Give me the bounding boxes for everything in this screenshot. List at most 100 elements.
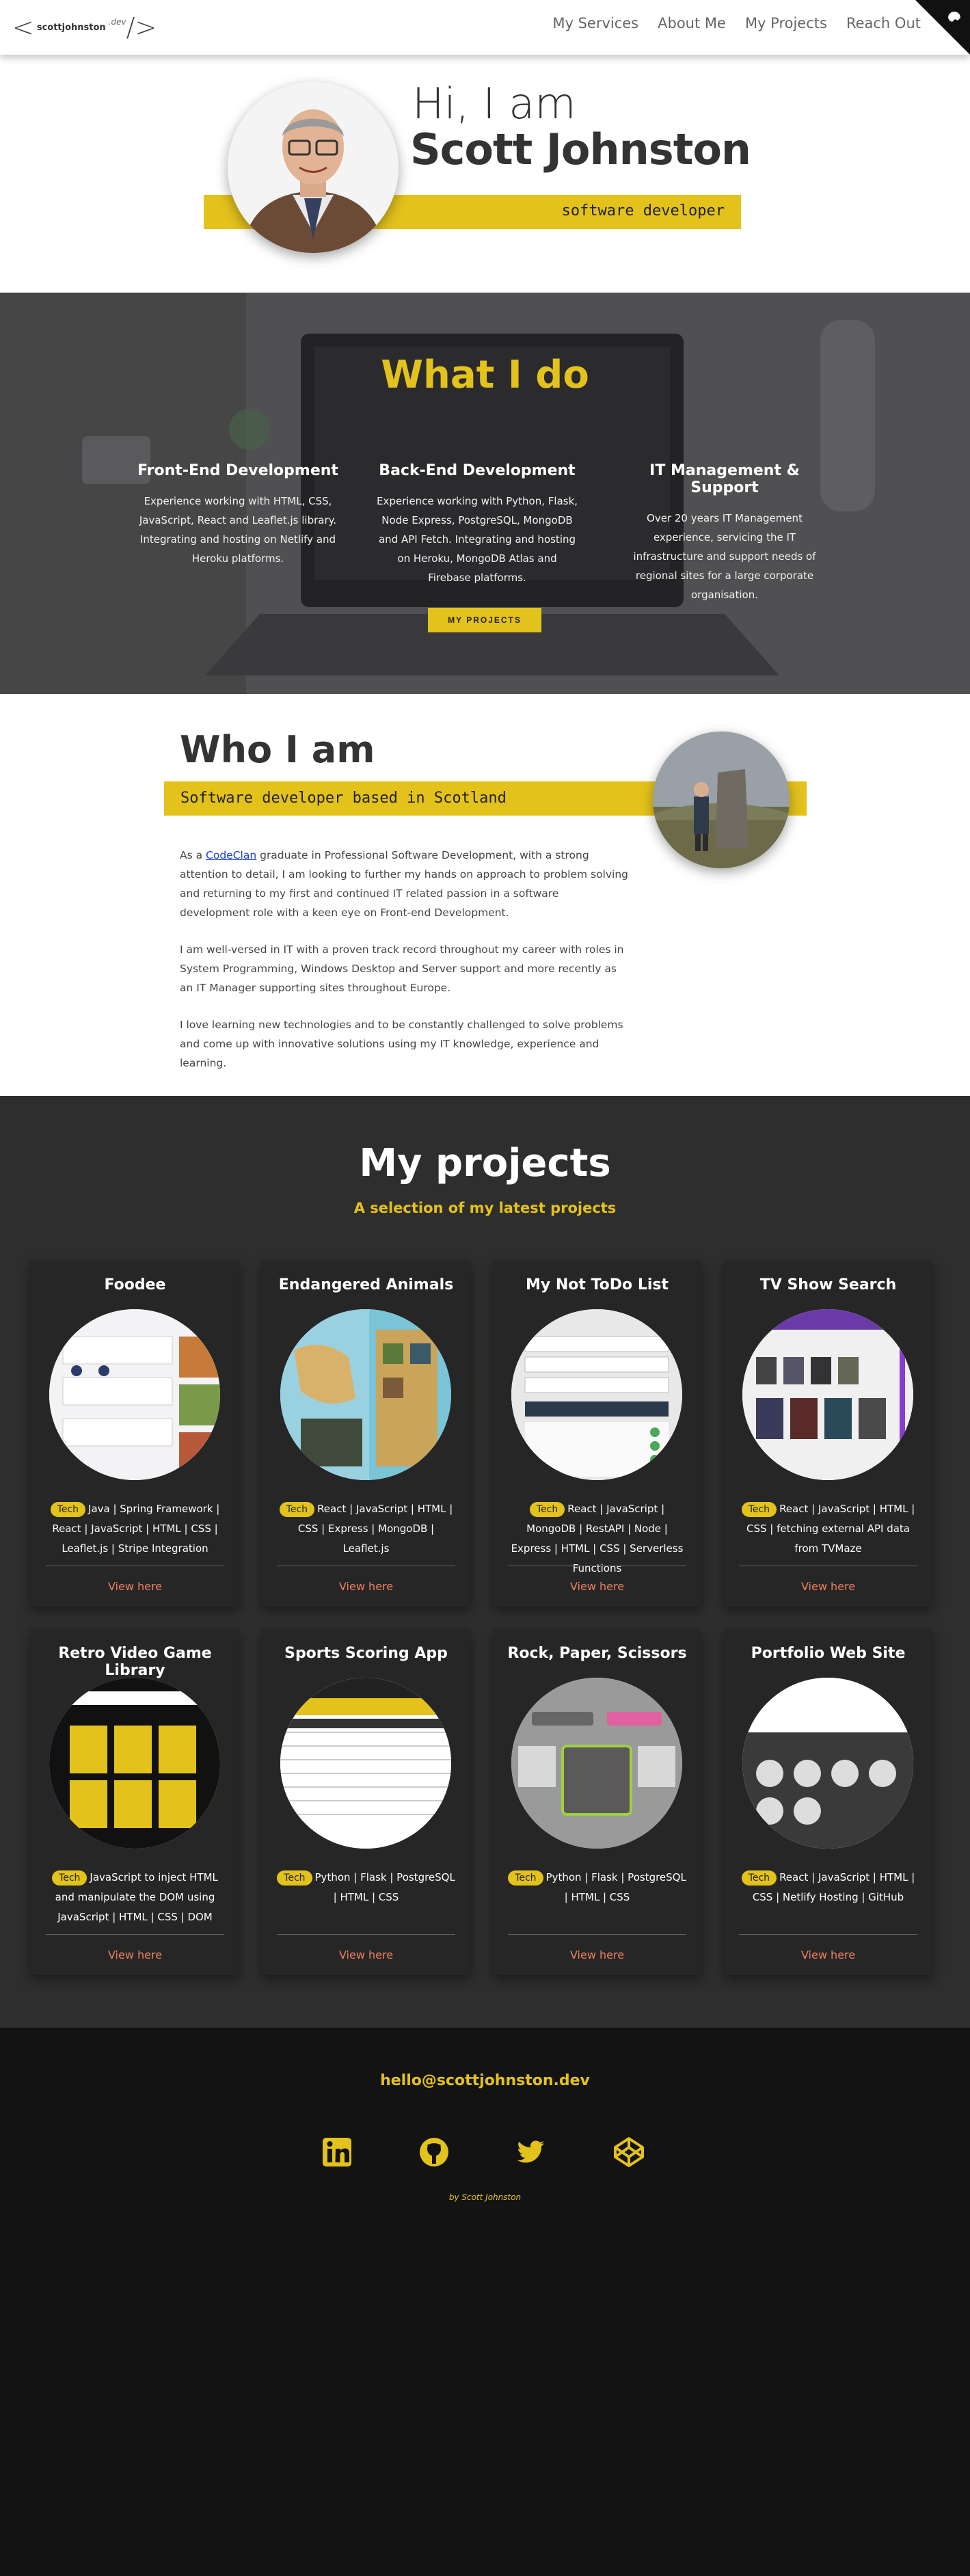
octocat-icon: [948, 12, 960, 22]
nav-link-contact[interactable]: Reach Out: [846, 15, 921, 31]
tech-tag: Tech: [50, 1502, 86, 1517]
tech-tag: Tech: [741, 1870, 777, 1886]
view-project-link[interactable]: View here: [31, 1580, 239, 1593]
project-card: Endangered Animals Tech React | JavaScrip…: [262, 1261, 470, 1607]
logo-text: scottjohnston: [36, 22, 106, 33]
project-title: Endangered Animals: [278, 1276, 454, 1293]
project-card: Rock, Paper, Scissors Tech Python | Flask…: [493, 1630, 701, 1975]
projects-section: My projects A selection of my latest pro…: [0, 1096, 970, 2028]
services-title: What I do: [381, 353, 589, 397]
service-text: Experience working with HTML, CSS, JavaS…: [139, 495, 337, 565]
project-thumbnail[interactable]: [511, 1309, 682, 1480]
project-card: Foodee Tech Java | Spring Framework | Rea…: [31, 1261, 239, 1607]
card-divider: [739, 1934, 917, 1935]
logo-suffix: .dev: [108, 17, 126, 27]
nav-link-about[interactable]: About Me: [658, 15, 726, 31]
service-text: Over 20 years IT Management experience, …: [633, 512, 816, 601]
service-backend: Back-End Development Experience working …: [375, 462, 580, 587]
nav-link-projects[interactable]: My Projects: [745, 15, 827, 31]
card-divider: [277, 1934, 455, 1935]
project-tech: Tech Java | Spring Framework | React | Ja…: [44, 1499, 226, 1559]
project-tech: Tech React | JavaScript | HTML | CSS | Ne…: [738, 1868, 919, 1907]
service-title: Front-End Development: [137, 462, 338, 479]
service-title: Back-End Development: [379, 462, 576, 479]
projects-title: My projects: [359, 1141, 611, 1185]
view-project-link[interactable]: View here: [493, 1948, 701, 1961]
view-project-link[interactable]: View here: [724, 1948, 932, 1961]
about-text-prefix: As a: [180, 849, 206, 861]
about-tagline: Software developer based in Scotland: [180, 790, 507, 807]
project-card: Portfolio Web Site Tech React | JavaScrip…: [724, 1630, 932, 1975]
project-thumbnail[interactable]: [49, 1678, 220, 1849]
tech-tag: Tech: [279, 1502, 315, 1517]
view-project-link[interactable]: View here: [493, 1580, 701, 1593]
nav-link-services[interactable]: My Services: [552, 15, 638, 31]
nav-menu: My Services About Me My Projects Reach O…: [552, 15, 921, 31]
tech-tag: Tech: [508, 1870, 543, 1886]
codeclan-link[interactable]: CodeClan: [206, 849, 256, 861]
about-text: As a CodeClan graduate in Professional S…: [180, 846, 631, 1090]
service-it-management: IT Management & Support Over 20 years IT…: [622, 462, 827, 604]
view-project-link[interactable]: View here: [262, 1948, 470, 1961]
about-photo: [653, 732, 790, 868]
tech-tag: Tech: [277, 1870, 312, 1886]
project-thumbnail[interactable]: [280, 1678, 451, 1849]
project-title: Foodee: [104, 1276, 166, 1293]
tech-list: Python | Flask | PostgreSQL | HTML | CSS: [545, 1871, 686, 1903]
tech-list: React | JavaScript | HTML | CSS | Expres…: [297, 1503, 453, 1555]
footer: hello@scottjohnston.dev by Scott Johnsto…: [0, 2028, 970, 2576]
project-tech: Tech Python | Flask | PostgreSQL | HTML |…: [275, 1868, 457, 1907]
linkedin-icon[interactable]: [320, 2135, 354, 2169]
service-frontend: Front-End Development Experience working…: [135, 462, 340, 568]
hero-name: Scott Johnston: [410, 124, 751, 174]
footer-byline: by Scott Johnston: [448, 2192, 522, 2202]
project-thumbnail[interactable]: [742, 1678, 913, 1849]
project-thumbnail[interactable]: [511, 1678, 682, 1849]
project-title: Portfolio Web Site: [751, 1645, 906, 1662]
service-title: IT Management & Support: [649, 462, 800, 496]
project-tech: Tech React | JavaScript | MongoDB | RestA…: [507, 1499, 688, 1579]
hero-section: software developer Hi, I am Scott Johnst…: [0, 55, 970, 293]
tech-tag: Tech: [741, 1502, 777, 1517]
project-card: Retro Video Game Library Tech JavaScript …: [31, 1630, 239, 1975]
tech-list: Python | Flask | PostgreSQL | HTML | CSS: [314, 1871, 455, 1903]
project-tech: Tech Python | Flask | PostgreSQL | HTML |…: [507, 1868, 688, 1907]
project-title: My Not ToDo List: [526, 1276, 669, 1293]
hero-greeting: Hi, I am: [412, 79, 576, 129]
project-thumbnail[interactable]: [49, 1309, 220, 1480]
project-thumbnail[interactable]: [280, 1309, 451, 1480]
view-project-link[interactable]: View here: [31, 1948, 239, 1961]
project-card: Sports Scoring App Tech Python | Flask | …: [262, 1630, 470, 1975]
projects-subtitle: A selection of my latest projects: [353, 1200, 617, 1216]
twitter-icon[interactable]: [513, 2135, 548, 2169]
view-project-link[interactable]: View here: [262, 1580, 470, 1593]
github-icon[interactable]: [417, 2135, 451, 2169]
tech-tag: Tech: [52, 1870, 87, 1886]
codepen-icon[interactable]: [612, 2135, 646, 2169]
project-title: Retro Video Game Library: [58, 1645, 212, 1679]
tech-tag: Tech: [529, 1502, 565, 1517]
card-divider: [46, 1934, 224, 1935]
top-navbar: < scottjohnston .dev /> My Services Abou…: [0, 0, 970, 55]
logo-bracket-left: <: [12, 12, 34, 42]
project-title: Sports Scoring App: [284, 1645, 448, 1662]
project-card: My Not ToDo List Tech React | JavaScript …: [493, 1261, 701, 1607]
card-divider: [508, 1934, 686, 1935]
project-title: TV Show Search: [759, 1276, 897, 1293]
project-thumbnail[interactable]: [742, 1309, 913, 1480]
hero-role: software developer: [561, 202, 725, 219]
service-text: Experience working with Python, Flask, N…: [376, 495, 578, 584]
services-section: What I do Front-End Development Experien…: [0, 293, 970, 694]
my-projects-button[interactable]: MY PROJECTS: [428, 608, 541, 632]
project-title: Rock, Paper, Scissors: [507, 1645, 687, 1662]
site-logo[interactable]: < scottjohnston .dev />: [12, 12, 157, 42]
tech-list: React | JavaScript | HTML | CSS | Netlif…: [752, 1871, 915, 1903]
logo-bracket-right: />: [126, 12, 157, 42]
about-paragraph-1: As a CodeClan graduate in Professional S…: [180, 846, 631, 922]
about-paragraph-2: I am well-versed in IT with a proven tra…: [180, 943, 624, 994]
profile-photo: [228, 82, 399, 253]
contact-email[interactable]: hello@scottjohnston.dev: [0, 2072, 970, 2089]
view-project-link[interactable]: View here: [724, 1580, 932, 1593]
about-paragraph-3: I love learning new technologies and to …: [180, 1019, 623, 1069]
project-tech: Tech React | JavaScript | HTML | CSS | fe…: [738, 1499, 919, 1559]
